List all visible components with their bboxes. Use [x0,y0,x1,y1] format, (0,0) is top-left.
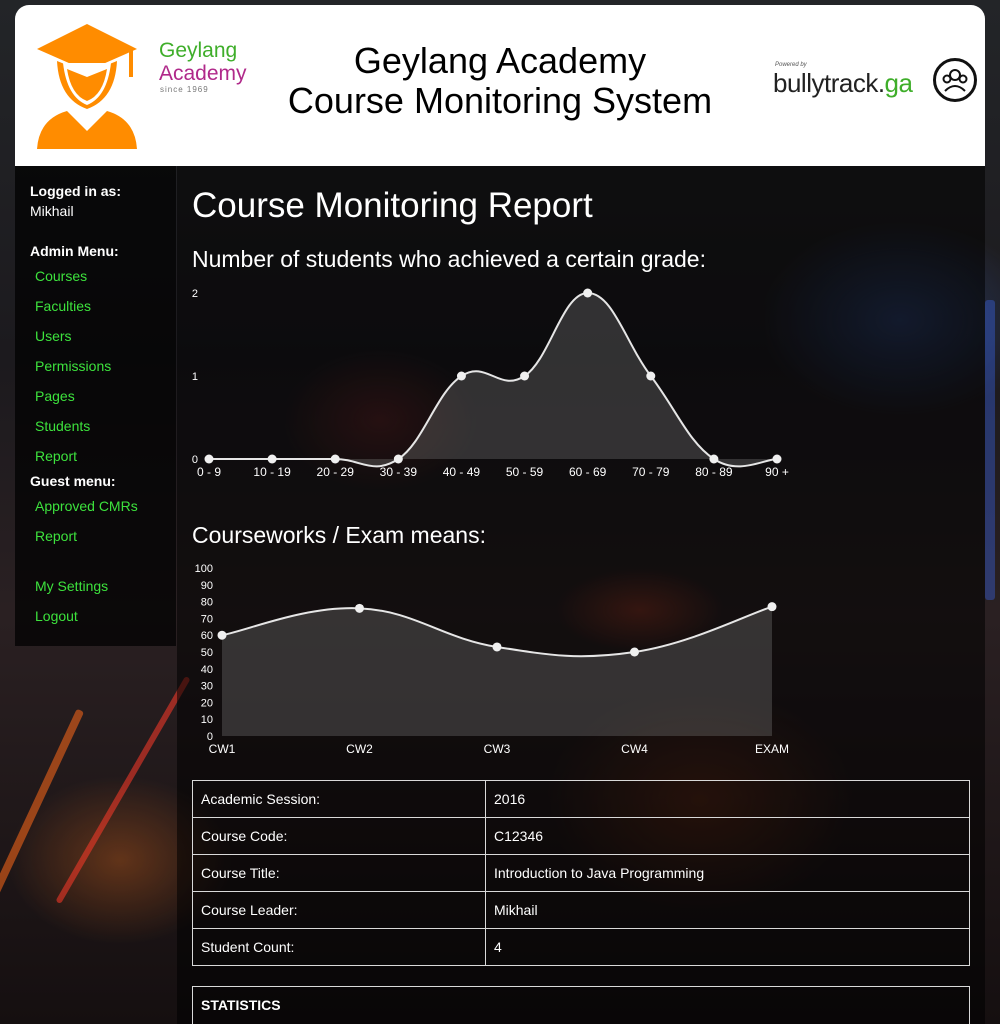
logged-in-label: Logged in as: [30,183,121,199]
site-title-line2: Course Monitoring System [287,80,713,121]
site-header: Geylang Academy since 1969 Geylang Acade… [15,5,985,166]
statistics-heading: STATISTICS [201,997,281,1013]
x-tick-label: CW1 [209,742,236,756]
sidebar-item-approved-cmrs[interactable]: Approved CMRs [35,498,138,514]
site-title: Geylang Academy Course Monitoring System [250,41,750,121]
y-tick-label: 1 [192,371,198,383]
x-tick-label: 10 - 19 [253,465,291,479]
main-content: Course Monitoring Report Number of stude… [177,166,985,1024]
x-tick-label: CW3 [484,742,511,756]
sidebar-item-admin-report[interactable]: Report [35,448,77,464]
data-point-0-9[interactable] [204,454,214,464]
y-tick-label: 50 [201,647,213,659]
guest-menu-label: Guest menu: [30,473,116,489]
y-tick-label: 20 [201,697,213,709]
y-tick-label: 60 [201,630,213,642]
page-title: Course Monitoring Report [192,186,593,225]
y-tick-label: 2 [192,288,198,300]
data-point-50-59[interactable] [520,371,530,381]
table-cell-label: Course Leader: [192,891,486,929]
x-tick-label: 20 - 29 [317,465,355,479]
table-cell-value: Mikhail [485,891,970,929]
x-tick-label: 40 - 49 [443,465,481,479]
background-light-streak [985,300,995,600]
y-tick-label: 30 [201,681,213,693]
y-tick-label: 70 [201,613,213,625]
y-tick-label: 10 [201,714,213,726]
table-cell-label: Course Code: [192,817,486,855]
sidebar-item-users[interactable]: Users [35,328,72,344]
x-tick-label: 60 - 69 [569,465,607,479]
table-cell-value: C12346 [485,817,970,855]
y-tick-label: 90 [201,580,213,592]
sidebar-item-students[interactable]: Students [35,418,90,434]
x-tick-label: CW4 [621,742,648,756]
y-tick-label: 100 [195,563,213,575]
table-cell-value: 4 [485,928,970,966]
sidebar-item-courses[interactable]: Courses [35,268,87,284]
logged-in-username: Mikhail [30,203,74,219]
x-tick-label: 80 - 89 [695,465,733,479]
series-area [222,606,772,736]
table-row: Academic Session: 2016 [192,780,970,818]
x-tick-label: EXAM [755,742,789,756]
table-cell-value: Introduction to Java Programming [485,854,970,892]
bullytrack-brand[interactable]: bullytrack.ga [773,68,913,99]
y-tick-label: 0 [207,731,213,743]
sidebar-item-my-settings[interactable]: My Settings [35,578,108,594]
x-tick-label: 30 - 39 [380,465,418,479]
x-tick-label: 70 - 79 [632,465,670,479]
data-point-cw2[interactable] [355,603,364,613]
logo-name-line1: Geylang [159,39,238,62]
data-point-cw1[interactable] [217,630,227,640]
table-cell-label: Student Count: [192,928,486,966]
x-tick-label: 0 - 9 [197,465,221,479]
data-point-cw4[interactable] [630,647,639,657]
bullytrack-badge-icon [933,58,977,102]
logo-since: since 1969 [160,85,209,94]
sidebar-item-guest-report[interactable]: Report [35,528,77,544]
x-tick-label: 50 - 59 [506,465,544,479]
data-point-40-49[interactable] [456,371,466,381]
sidebar-item-pages[interactable]: Pages [35,388,75,404]
table-cell-label: Course Title: [192,854,486,892]
site-title-line1: Geylang Academy [353,40,647,81]
data-point-60-69[interactable] [583,288,593,298]
means-chart: CW1 CW2 CW3 CW4 EXAM 0 10 20 30 40 50 60 70 80 90 100 [195,563,789,756]
grade-chart-title: Number of students who achieved a certai… [192,246,706,272]
table-cell-label: Academic Session: [192,780,486,818]
data-point-90-[interactable] [772,454,782,464]
y-tick-label: 80 [201,597,213,609]
table-cell-value: 2016 [485,780,970,818]
table-row: Course Leader: Mikhail [192,891,970,929]
x-tick-label: CW2 [346,742,373,756]
data-point-80-89[interactable] [709,454,719,464]
means-chart-title: Courseworks / Exam means: [192,522,486,548]
sidebar: Logged in as: Mikhail Admin Menu: Course… [15,166,176,646]
logo-name-line2: Academy [159,62,247,85]
data-point-70-79[interactable] [646,371,656,381]
graduate-icon [37,24,137,149]
table-row: Course Title: Introduction to Java Progr… [192,854,970,892]
table-row: Student Count: 4 [192,928,970,966]
sidebar-item-faculties[interactable]: Faculties [35,298,91,314]
series-area [209,293,777,467]
statistics-panel: STATISTICS [192,986,970,1024]
data-point-30-39[interactable] [393,454,403,464]
y-tick-label: 40 [201,664,213,676]
data-point-exam[interactable] [767,602,777,612]
brand-suffix-text: ga [884,68,913,98]
course-info-table: Academic Session: 2016 Course Code: C123… [192,780,970,966]
sidebar-item-logout[interactable]: Logout [35,608,78,624]
y-tick-label: 0 [192,454,198,466]
admin-menu-label: Admin Menu: [30,243,119,259]
brand-main-text: bullytrack. [773,68,885,98]
table-row: Course Code: C12346 [192,817,970,855]
sidebar-item-permissions[interactable]: Permissions [35,358,111,374]
academy-logo[interactable]: Geylang Academy since 1969 [37,19,247,149]
data-point-10-19[interactable] [267,454,277,464]
x-tick-label: 90 + [765,465,789,479]
data-point-cw3[interactable] [492,642,502,652]
data-point-20-29[interactable] [330,454,340,464]
